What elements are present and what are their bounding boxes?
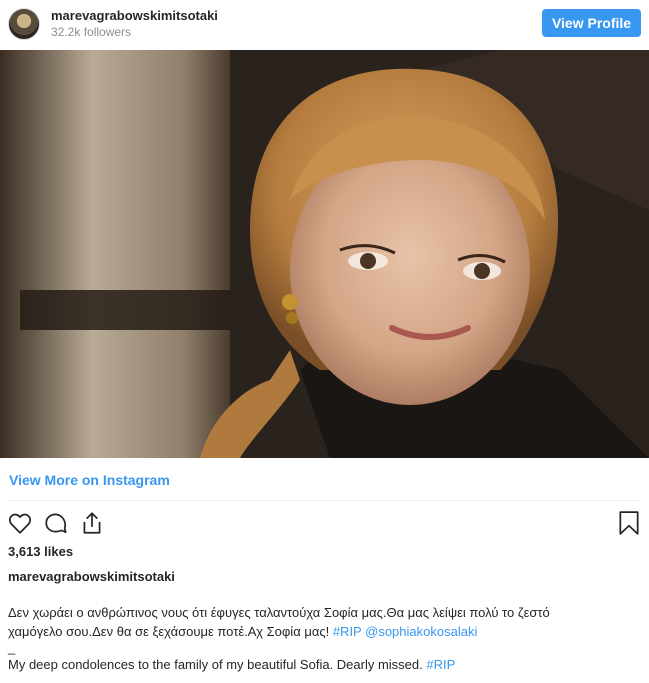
share-icon[interactable] (79, 510, 105, 536)
comment-icon[interactable] (43, 510, 69, 536)
caption-en-text: My deep condolences to the family of my … (8, 657, 427, 672)
avatar[interactable] (8, 8, 40, 40)
caption-english: My deep condolences to the family of my … (8, 657, 638, 672)
heart-icon[interactable] (7, 510, 33, 536)
hashtag-rip-2[interactable]: #RIP (426, 657, 455, 672)
caption-greek: Δεν χωράει ο ανθρώπινος νους ότι έφυγες … (8, 603, 638, 641)
view-more-instagram-link[interactable]: View More on Instagram (9, 472, 170, 488)
post-photo[interactable] (0, 50, 649, 458)
post-header: marevagrabowskimitsotaki 32.2k followers… (0, 0, 649, 50)
like-count[interactable]: 3,613 likes (8, 544, 73, 559)
follower-count: 32.2k followers (51, 25, 132, 39)
view-profile-button[interactable]: View Profile (542, 9, 641, 37)
caption-line2: χαμόγελο σου.Δεν θα σε ξεχάσουμε ποτέ.Αχ… (8, 624, 333, 639)
profile-username[interactable]: marevagrabowskimitsotaki (51, 8, 218, 23)
portrait-photo (0, 50, 649, 458)
bookmark-icon[interactable] (618, 510, 640, 536)
hashtag-rip[interactable]: #RIP (333, 624, 362, 639)
divider (9, 500, 639, 501)
caption-username[interactable]: marevagrabowskimitsotaki (8, 569, 175, 584)
caption-line1: Δεν χωράει ο ανθρώπινος νους ότι έφυγες … (8, 605, 550, 620)
caption-separator: _ (8, 640, 16, 655)
mention-link[interactable]: @sophiakokosalaki (365, 624, 477, 639)
